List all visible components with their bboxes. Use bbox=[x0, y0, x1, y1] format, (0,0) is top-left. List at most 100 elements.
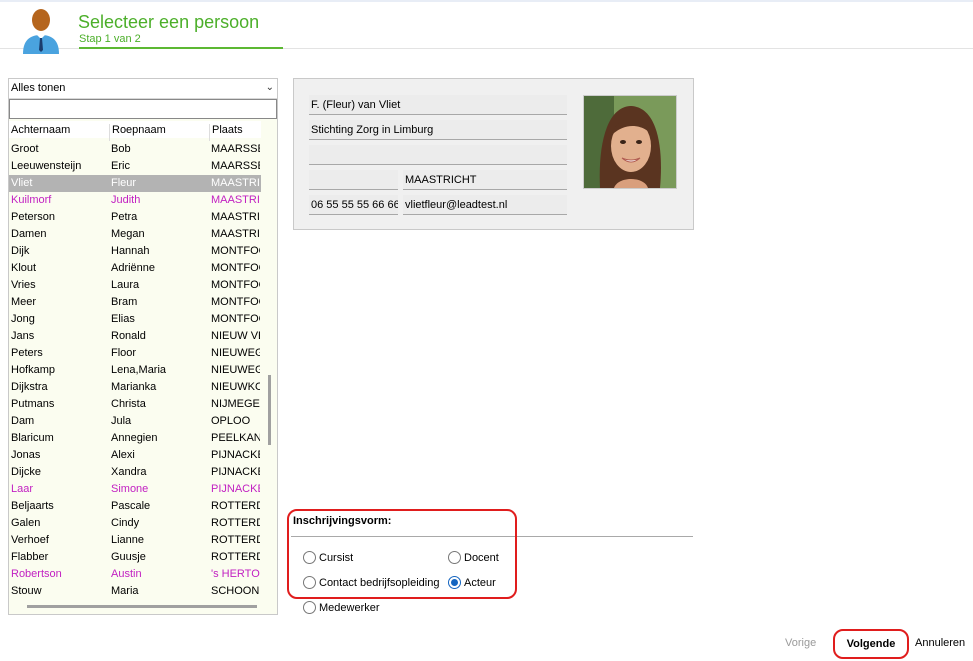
table-row[interactable]: Dijk Hannah MONTFOORT bbox=[9, 243, 261, 260]
cell-achternaam: Meer bbox=[11, 296, 37, 308]
cell-plaats: MONTFOORT bbox=[211, 262, 260, 274]
table-row[interactable]: Beljaarts Pascale ROTTERDAM bbox=[9, 498, 261, 515]
cell-plaats: PIJNACKER bbox=[211, 483, 260, 495]
cell-plaats: PIJNACKER bbox=[211, 449, 260, 461]
table-row[interactable]: Verhoef Lianne ROTTERDAM bbox=[9, 532, 261, 549]
person-photo bbox=[583, 95, 677, 189]
cell-achternaam: Dijkstra bbox=[11, 381, 48, 393]
cell-plaats: MAASTRICHT bbox=[211, 211, 260, 223]
table-row[interactable]: Leeuwensteijn Eric MAARSSEN bbox=[9, 158, 261, 175]
cell-roepnaam: Laura bbox=[111, 279, 140, 291]
cell-roepnaam: Pascale bbox=[111, 500, 151, 512]
column-header-achternaam[interactable]: Achternaam bbox=[9, 124, 70, 141]
cell-roepnaam: Judith bbox=[111, 194, 141, 206]
person-detail-card: F. (Fleur) van Vliet Stichting Zorg in L… bbox=[293, 78, 694, 230]
cell-achternaam: Vries bbox=[11, 279, 36, 291]
table-row[interactable]: Peters Floor NIEUWEGEIN bbox=[9, 345, 261, 362]
radio-medewerker-circle[interactable] bbox=[303, 601, 316, 614]
next-button[interactable]: Volgende bbox=[833, 629, 909, 659]
table-row[interactable]: Dijkstra Marianka NIEUWKOOP bbox=[9, 379, 261, 396]
table-row[interactable]: Laar Simone PIJNACKER bbox=[9, 481, 261, 498]
cell-roepnaam: Christa bbox=[111, 398, 146, 410]
cell-roepnaam: Simone bbox=[111, 483, 149, 495]
table-row[interactable]: Putmans Christa NIJMEGEN bbox=[9, 396, 261, 413]
city-field: MAASTRICHT bbox=[403, 170, 567, 190]
table-row[interactable]: Kuilmorf Judith MAASTRICHT bbox=[9, 192, 261, 209]
person-icon bbox=[23, 9, 59, 54]
cell-plaats: MAASTRICHT bbox=[211, 177, 260, 189]
vertical-scrollbar[interactable] bbox=[268, 375, 271, 445]
table-row[interactable]: Jonas Alexi PIJNACKER bbox=[9, 447, 261, 464]
radio-medewerker[interactable]: Medewerker bbox=[303, 601, 380, 614]
cell-plaats: NIEUW VENNEP bbox=[211, 330, 260, 342]
cell-plaats: PEELKANT bbox=[211, 432, 260, 444]
cell-plaats: MONTFOORT bbox=[211, 279, 260, 291]
cell-plaats: MONTFOORT bbox=[211, 313, 260, 325]
cell-achternaam: Dijk bbox=[11, 245, 30, 257]
cell-roepnaam: Austin bbox=[111, 568, 142, 580]
cell-achternaam: Beljaarts bbox=[11, 500, 54, 512]
table-row[interactable]: Meer Bram MONTFOORT bbox=[9, 294, 261, 311]
table-row[interactable]: Robertson Austin 's HERTOGENBOSCH bbox=[9, 566, 261, 583]
table-row[interactable]: Jans Ronald NIEUW VENNEP bbox=[9, 328, 261, 345]
table-row[interactable]: Jong Elias MONTFOORT bbox=[9, 311, 261, 328]
cell-plaats: MAARSSEN bbox=[211, 143, 260, 155]
cell-achternaam: Laar bbox=[11, 483, 34, 495]
chevron-down-icon: ⌄ bbox=[265, 82, 274, 93]
cell-roepnaam: Floor bbox=[111, 347, 137, 359]
wizard-header: Selecteer een persoon Stap 1 van 2 bbox=[0, 2, 973, 54]
cell-roepnaam: Adriënne bbox=[111, 262, 156, 274]
cell-roepnaam: Annegien bbox=[111, 432, 158, 444]
cell-plaats: NIEUWEGEIN bbox=[211, 347, 260, 359]
table-row[interactable]: Dam Jula OPLOO bbox=[9, 413, 261, 430]
table-row[interactable]: Peterson Petra MAASTRICHT bbox=[9, 209, 261, 226]
cell-plaats: SCHOONHOVEN bbox=[211, 585, 260, 597]
column-headers: Achternaam Roepnaam Plaats bbox=[9, 121, 261, 141]
cell-plaats: MAASTRICHT bbox=[211, 228, 260, 240]
table-row[interactable]: Vliet Fleur MAASTRICHT bbox=[9, 175, 261, 192]
cancel-button[interactable]: Annuleren bbox=[915, 637, 965, 649]
column-header-roepnaam[interactable]: Roepnaam bbox=[109, 124, 166, 141]
cell-achternaam: Groot bbox=[11, 143, 39, 155]
cell-roepnaam: Elias bbox=[111, 313, 135, 325]
table-row[interactable]: Blaricum Annegien PEELKANT bbox=[9, 430, 261, 447]
cell-plaats: PIJNACKER bbox=[211, 466, 260, 478]
cell-roepnaam: Hannah bbox=[111, 245, 150, 257]
cell-achternaam: Verhoef bbox=[11, 534, 49, 546]
cell-plaats: NIEUWKOOP bbox=[211, 381, 260, 393]
table-row[interactable]: Damen Megan MAASTRICHT bbox=[9, 226, 261, 243]
column-header-plaats[interactable]: Plaats bbox=[209, 124, 243, 141]
cell-roepnaam: Bram bbox=[111, 296, 138, 308]
cell-plaats: ROTTERDAM bbox=[211, 517, 260, 529]
cell-roepnaam: Maria bbox=[111, 585, 139, 597]
cell-roepnaam: Guusje bbox=[111, 551, 146, 563]
search-input[interactable] bbox=[9, 99, 277, 119]
table-row[interactable]: Hofkamp Lena,Maria NIEUWEGEIN bbox=[9, 362, 261, 379]
person-list-panel: Alles tonen ⌄ Achternaam Roepnaam Plaats… bbox=[8, 78, 278, 615]
cell-achternaam: Flabber bbox=[11, 551, 49, 563]
filter-dropdown[interactable]: Alles tonen ⌄ bbox=[9, 79, 277, 99]
table-row[interactable]: Dijcke Xandra PIJNACKER bbox=[9, 464, 261, 481]
table-row[interactable]: Vries Laura MONTFOORT bbox=[9, 277, 261, 294]
table-row[interactable]: Galen Cindy ROTTERDAM bbox=[9, 515, 261, 532]
email-field: vlietfleur@leadtest.nl bbox=[403, 195, 567, 215]
previous-button[interactable]: Vorige bbox=[785, 637, 816, 649]
cell-roepnaam: Ronald bbox=[111, 330, 146, 342]
cell-achternaam: Galen bbox=[11, 517, 41, 529]
table-row[interactable]: Klout Adriënne MONTFOORT bbox=[9, 260, 261, 277]
horizontal-scrollbar[interactable] bbox=[27, 605, 257, 608]
name-field: F. (Fleur) van Vliet bbox=[309, 95, 567, 115]
table-row[interactable]: Groot Bob MAARSSEN bbox=[9, 141, 261, 158]
cell-plaats: MONTFOORT bbox=[211, 296, 260, 308]
cell-achternaam: Blaricum bbox=[11, 432, 54, 444]
cell-roepnaam: Bob bbox=[111, 143, 131, 155]
cell-plaats: MAARSSEN bbox=[211, 160, 260, 172]
cell-achternaam: Vliet bbox=[11, 177, 33, 189]
cell-achternaam: Peterson bbox=[11, 211, 56, 223]
cell-plaats: NIEUWEGEIN bbox=[211, 364, 260, 376]
table-row[interactable]: Flabber Guusje ROTTERDAM bbox=[9, 549, 261, 566]
cell-roepnaam: Lena,Maria bbox=[111, 364, 167, 376]
cell-roepnaam: Xandra bbox=[111, 466, 147, 478]
table-row[interactable]: Stouw Maria SCHOONHOVEN bbox=[9, 583, 261, 600]
cell-plaats: ROTTERDAM bbox=[211, 500, 260, 512]
